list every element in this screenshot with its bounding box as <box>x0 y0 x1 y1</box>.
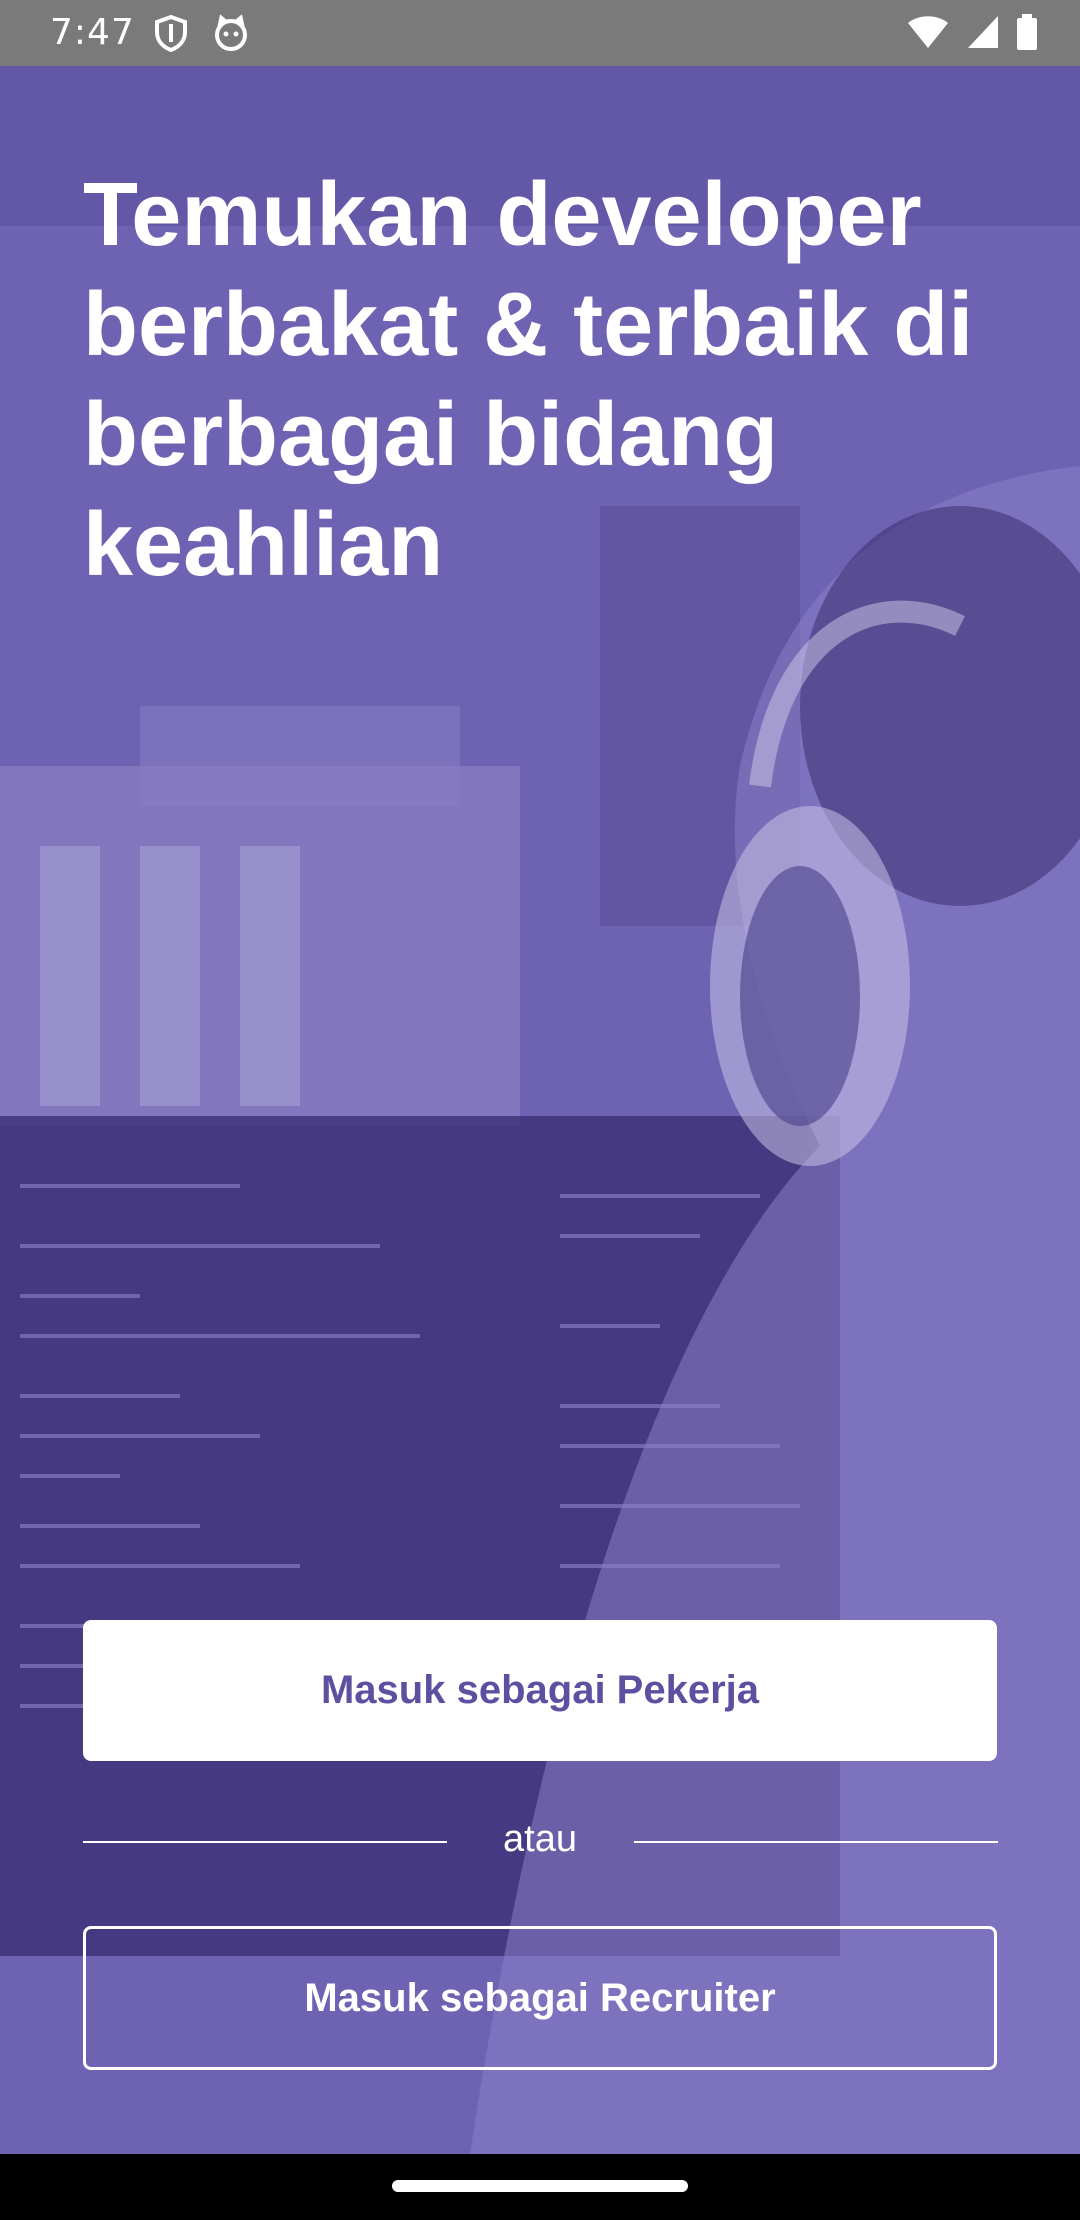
login-selection-screen: 7:47 Temukan developer berbakat & terbai… <box>0 0 1080 2220</box>
login-worker-label: Masuk sebagai Pekerja <box>320 1668 760 1712</box>
signal-icon <box>966 14 1000 55</box>
login-recruiter-button[interactable]: Masuk sebagai Recruiter <box>83 1926 997 2070</box>
login-recruiter-label: Masuk sebagai Recruiter <box>304 1975 776 2020</box>
status-bar: 7:47 <box>0 0 1080 66</box>
cat-face-icon <box>212 14 250 52</box>
divider-line-right <box>634 1841 998 1843</box>
home-gesture-handle[interactable] <box>392 2180 688 2192</box>
divider-text: atau <box>503 1818 577 1860</box>
battery-icon <box>1016 14 1038 55</box>
status-time: 7:47 <box>50 12 135 53</box>
divider-line-left <box>83 1841 447 1843</box>
hero-headline: Temukan developer berbakat & terbaik di … <box>83 165 974 595</box>
login-worker-button[interactable]: Masuk sebagai Pekerja <box>83 1620 997 1761</box>
shield-icon <box>152 14 190 53</box>
navigation-bar <box>0 2154 1080 2220</box>
wifi-icon <box>906 14 950 55</box>
